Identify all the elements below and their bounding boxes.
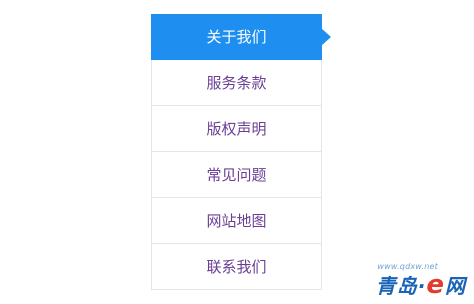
menu-item-label: 网站地图 bbox=[206, 212, 267, 230]
menu-item-terms-of-service[interactable]: 服务条款 bbox=[151, 60, 322, 106]
watermark-brand-suffix: 网 bbox=[445, 274, 466, 298]
menu-item-about-us[interactable]: 关于我们 bbox=[151, 14, 331, 60]
side-menu: 关于我们 服务条款 版权声明 常见问题 网站地图 联系我们 bbox=[151, 14, 331, 290]
watermark-brand: 青岛·e网 bbox=[376, 270, 466, 300]
watermark-logo: www.qdxw.net 青岛·e网 bbox=[318, 262, 468, 300]
menu-item-site-map[interactable]: 网站地图 bbox=[151, 198, 322, 244]
menu-item-label: 关于我们 bbox=[206, 28, 267, 46]
watermark-brand-prefix: 青岛· bbox=[375, 274, 427, 298]
menu-item-label: 服务条款 bbox=[206, 74, 267, 92]
menu-item-label: 版权声明 bbox=[206, 120, 267, 138]
menu-item-faq[interactable]: 常见问题 bbox=[151, 152, 322, 198]
watermark-brand-e: e bbox=[426, 270, 445, 300]
page: 关于我们 服务条款 版权声明 常见问题 网站地图 联系我们 www.qdxw.n… bbox=[0, 0, 474, 304]
menu-item-label: 常见问题 bbox=[206, 166, 267, 184]
menu-item-copyright-notice[interactable]: 版权声明 bbox=[151, 106, 322, 152]
menu-item-contact-us[interactable]: 联系我们 bbox=[151, 244, 322, 290]
menu-item-label: 联系我们 bbox=[206, 258, 267, 276]
